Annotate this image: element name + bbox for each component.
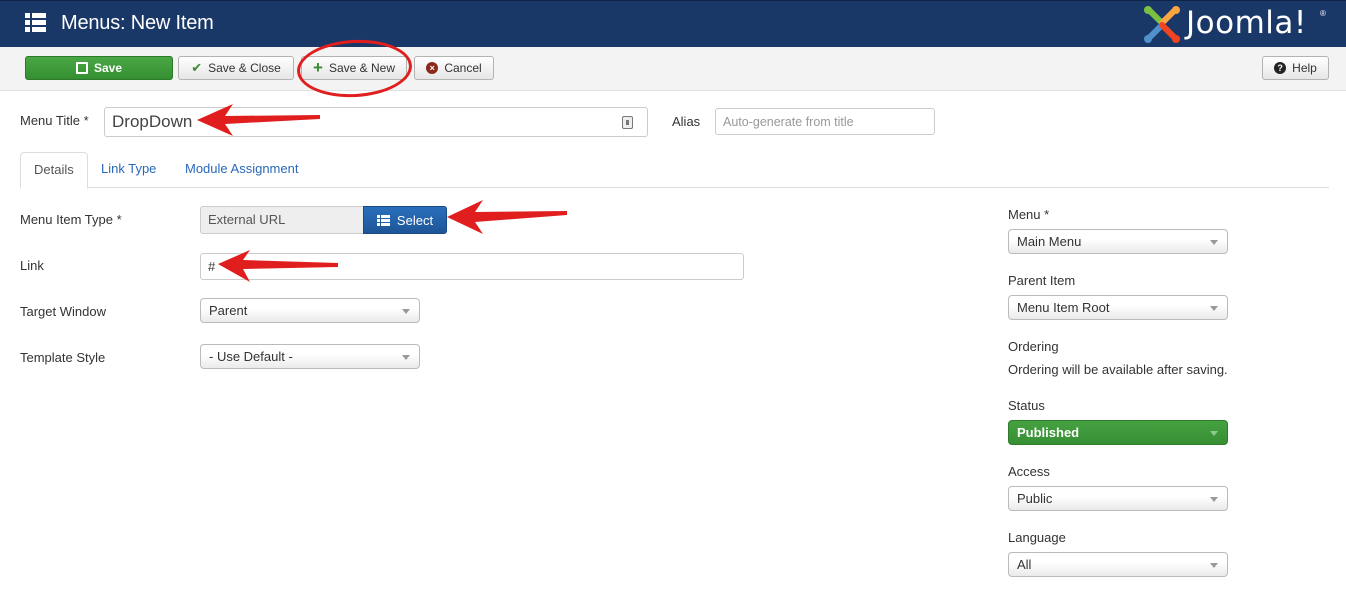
lock-icon[interactable] — [622, 116, 633, 129]
status-select[interactable]: Published — [1008, 420, 1228, 445]
cancel-button[interactable]: × Cancel — [414, 56, 494, 80]
toolbar: Save ✔ Save & Close + Save & New × Cance… — [0, 47, 1346, 91]
select-label: Select — [396, 212, 434, 228]
menu-title-label: Menu Title * — [20, 113, 89, 128]
caret-down-icon — [1210, 563, 1218, 568]
save-new-label: Save & New — [328, 61, 395, 75]
tab-details[interactable]: Details — [20, 152, 88, 189]
caret-down-icon — [1210, 431, 1218, 436]
app-header: Menus: New Item Joomla! ® — [0, 0, 1346, 47]
caret-down-icon — [1210, 306, 1218, 311]
status-label: Status — [1008, 398, 1045, 413]
cancel-circle-icon: × — [426, 62, 439, 74]
link-label: Link — [20, 258, 44, 273]
menu-label: Menu * — [1008, 207, 1050, 222]
link-value: # — [208, 259, 216, 274]
plus-icon: + — [313, 58, 323, 77]
access-label: Access — [1008, 464, 1050, 479]
save-button[interactable]: Save — [25, 56, 173, 80]
list-icon — [376, 214, 390, 226]
alias-placeholder: Auto-generate from title — [723, 114, 854, 129]
brand-name: Joomla! — [1186, 5, 1307, 41]
help-label: Help — [1292, 61, 1317, 75]
menu-list-icon — [25, 13, 46, 32]
menu-value: Main Menu — [1017, 234, 1082, 249]
question-circle-icon: ? — [1274, 62, 1287, 74]
language-label: Language — [1008, 530, 1066, 545]
menu-title-value: DropDown — [112, 112, 193, 131]
access-value: Public — [1017, 491, 1053, 506]
ordering-label: Ordering — [1008, 339, 1059, 354]
target-window-select[interactable]: Parent — [200, 298, 420, 323]
cancel-label: Cancel — [444, 61, 482, 75]
tab-bar: Details Link Type Module Assignment — [20, 152, 1329, 189]
menu-title-input[interactable]: DropDown — [104, 107, 648, 137]
joomla-mark-icon — [1144, 6, 1180, 43]
tab-link-type[interactable]: Link Type — [88, 152, 169, 188]
status-value: Published — [1017, 425, 1080, 440]
joomla-logo: Joomla! ® — [1140, 4, 1340, 46]
template-style-label: Template Style — [20, 350, 106, 365]
registered-mark: ® — [1320, 9, 1326, 18]
menu-item-type-label: Menu Item Type * — [20, 212, 122, 227]
edit-icon — [75, 62, 88, 74]
target-window-label: Target Window — [20, 304, 106, 319]
template-style-value: - Use Default - — [209, 349, 293, 364]
language-select[interactable]: All — [1008, 552, 1228, 577]
help-button[interactable]: ? Help — [1262, 56, 1329, 80]
annotation-arrow-select — [447, 200, 567, 234]
save-label: Save — [93, 61, 123, 75]
check-icon: ✔ — [191, 60, 203, 75]
save-close-button[interactable]: ✔ Save & Close — [178, 56, 294, 80]
menu-item-type-value: External URL — [200, 206, 364, 234]
menu-select[interactable]: Main Menu — [1008, 229, 1228, 254]
save-close-label: Save & Close — [208, 61, 281, 75]
parent-item-select[interactable]: Menu Item Root — [1008, 295, 1228, 320]
parent-item-value: Menu Item Root — [1017, 300, 1110, 315]
select-type-button[interactable]: Select — [363, 206, 447, 234]
alias-label: Alias — [672, 114, 701, 129]
link-input[interactable]: # — [200, 253, 744, 280]
ordering-note: Ordering will be available after saving. — [1008, 362, 1228, 377]
save-new-button[interactable]: + Save & New — [301, 56, 407, 80]
caret-down-icon — [1210, 497, 1218, 502]
template-style-select[interactable]: - Use Default - — [200, 344, 420, 369]
parent-item-label: Parent Item — [1008, 273, 1076, 288]
caret-down-icon — [402, 309, 410, 314]
alias-input[interactable]: Auto-generate from title — [715, 108, 935, 135]
tab-module-assignment[interactable]: Module Assignment — [172, 152, 311, 188]
language-value: All — [1017, 557, 1032, 572]
page-title: Menus: New Item — [61, 12, 214, 34]
caret-down-icon — [402, 355, 410, 360]
caret-down-icon — [1210, 240, 1218, 245]
target-window-value: Parent — [209, 303, 248, 318]
access-select[interactable]: Public — [1008, 486, 1228, 511]
